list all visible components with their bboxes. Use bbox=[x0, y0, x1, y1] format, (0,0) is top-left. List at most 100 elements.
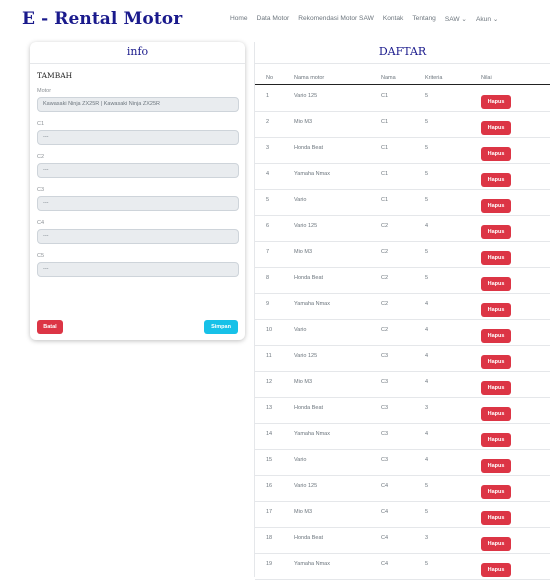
cell-nama-motor: Vario bbox=[294, 197, 307, 203]
c4-label: C4 bbox=[37, 220, 45, 226]
batal-button[interactable]: Batal bbox=[37, 320, 63, 334]
hapus-button[interactable]: Hapus bbox=[481, 277, 511, 291]
cell-nama: C1 bbox=[381, 171, 389, 177]
cell-nama: C2 bbox=[381, 301, 389, 307]
hapus-button[interactable]: Hapus bbox=[481, 121, 511, 135]
hapus-button[interactable]: Hapus bbox=[481, 563, 511, 577]
motor-select[interactable]: Kawasaki Ninja ZX25R | Kawasaki Ninja ZX… bbox=[37, 97, 239, 112]
cell-no: 19 bbox=[266, 561, 273, 567]
cell-kriteria: 4 bbox=[425, 301, 429, 307]
c2-field[interactable]: --- bbox=[37, 163, 239, 178]
table-row: 10 Vario C2 4 Hapus bbox=[255, 320, 550, 346]
hapus-button[interactable]: Hapus bbox=[481, 381, 511, 395]
cell-nama-motor: Vario 125 bbox=[294, 93, 318, 99]
cell-nama-motor: Vario bbox=[294, 457, 307, 463]
cell-kriteria: 5 bbox=[425, 483, 429, 489]
cell-kriteria: 4 bbox=[425, 223, 429, 229]
hapus-button[interactable]: Hapus bbox=[481, 485, 511, 499]
hapus-button[interactable]: Hapus bbox=[481, 433, 511, 447]
table-row: 8 Honda Beat C2 5 Hapus bbox=[255, 268, 550, 294]
nav-saw-dropdown[interactable]: SAW ⌄ bbox=[445, 15, 467, 23]
cell-nama: C1 bbox=[381, 119, 389, 125]
cell-nama: C4 bbox=[381, 483, 389, 489]
info-card: info TAMBAH Motor Kawasaki Ninja ZX25R |… bbox=[30, 42, 245, 340]
hapus-button[interactable]: Hapus bbox=[481, 303, 511, 317]
table-row: 1 Vario 125 C1 5 Hapus bbox=[255, 86, 550, 112]
cell-nama: C3 bbox=[381, 457, 389, 463]
nav-akun-dropdown[interactable]: Akun ⌄ bbox=[476, 15, 498, 23]
cell-kriteria: 5 bbox=[425, 561, 429, 567]
cell-no: 13 bbox=[266, 405, 273, 411]
cell-no: 10 bbox=[266, 327, 273, 333]
cell-kriteria: 5 bbox=[425, 119, 429, 125]
hapus-button[interactable]: Hapus bbox=[481, 511, 511, 525]
motor-label: Motor bbox=[37, 88, 52, 94]
hapus-button[interactable]: Hapus bbox=[481, 407, 511, 421]
table-row: 13 Honda Beat C3 3 Hapus bbox=[255, 398, 550, 424]
brand-title[interactable]: E - Rental Motor bbox=[22, 9, 182, 29]
table-row: 6 Vario 125 C2 4 Hapus bbox=[255, 216, 550, 242]
cell-nama-motor: Vario 125 bbox=[294, 353, 318, 359]
c1-field[interactable]: --- bbox=[37, 130, 239, 145]
col-nama: Nama bbox=[381, 75, 396, 81]
cell-nama-motor: Honda Beat bbox=[294, 145, 324, 151]
cell-nama-motor: Vario 125 bbox=[294, 223, 318, 229]
hapus-button[interactable]: Hapus bbox=[481, 329, 511, 343]
cell-kriteria: 4 bbox=[425, 457, 429, 463]
nav-links: Home Data Motor Rekomendasi Motor SAW Ko… bbox=[230, 15, 498, 23]
simpan-button[interactable]: Simpan bbox=[204, 320, 238, 334]
c4-field[interactable]: --- bbox=[37, 229, 239, 244]
c3-field[interactable]: --- bbox=[37, 196, 239, 211]
c2-label: C2 bbox=[37, 154, 45, 160]
cell-kriteria: 5 bbox=[425, 197, 429, 203]
cell-no: 14 bbox=[266, 431, 273, 437]
cell-nama: C3 bbox=[381, 405, 389, 411]
cell-no: 18 bbox=[266, 535, 273, 541]
hapus-button[interactable]: Hapus bbox=[481, 173, 511, 187]
nav-tentang[interactable]: Tentang bbox=[412, 15, 435, 23]
cell-kriteria: 5 bbox=[425, 249, 429, 255]
cell-no: 12 bbox=[266, 379, 273, 385]
hapus-button[interactable]: Hapus bbox=[481, 459, 511, 473]
cell-nama: C2 bbox=[381, 275, 389, 281]
hapus-button[interactable]: Hapus bbox=[481, 199, 511, 213]
nav-kontak[interactable]: Kontak bbox=[383, 15, 404, 23]
cell-nama: C1 bbox=[381, 197, 389, 203]
nav-data-motor[interactable]: Data Motor bbox=[257, 15, 290, 23]
cell-no: 5 bbox=[266, 197, 270, 203]
cell-nama: C3 bbox=[381, 379, 389, 385]
cell-kriteria: 5 bbox=[425, 509, 429, 515]
daftar-card: DAFTAR No Nama motor Nama Kriteria Nilai… bbox=[254, 42, 550, 580]
cell-kriteria: 4 bbox=[425, 379, 429, 385]
hapus-button[interactable]: Hapus bbox=[481, 147, 511, 161]
c1-label: C1 bbox=[37, 121, 45, 127]
cell-nama: C2 bbox=[381, 223, 389, 229]
hapus-button[interactable]: Hapus bbox=[481, 95, 511, 109]
table-row: 3 Honda Beat C1 5 Hapus bbox=[255, 138, 550, 164]
cell-nama-motor: Honda Beat bbox=[294, 535, 324, 541]
cell-no: 9 bbox=[266, 301, 270, 307]
cell-nama-motor: Mio M3 bbox=[294, 379, 313, 385]
cell-no: 17 bbox=[266, 509, 273, 515]
table-row: 19 Yamaha Nmax C4 5 Hapus bbox=[255, 554, 550, 580]
nav-home[interactable]: Home bbox=[230, 15, 248, 23]
cell-nama: C3 bbox=[381, 353, 389, 359]
hapus-button[interactable]: Hapus bbox=[481, 251, 511, 265]
table-row: 7 Mio M3 C2 5 Hapus bbox=[255, 242, 550, 268]
cell-no: 3 bbox=[266, 145, 270, 151]
cell-nama: C4 bbox=[381, 561, 389, 567]
cell-kriteria: 4 bbox=[425, 353, 429, 359]
table-row: 9 Yamaha Nmax C2 4 Hapus bbox=[255, 294, 550, 320]
hapus-button[interactable]: Hapus bbox=[481, 355, 511, 369]
daftar-title: DAFTAR bbox=[255, 42, 550, 64]
cell-nama: C4 bbox=[381, 535, 389, 541]
nav-rekomendasi[interactable]: Rekomendasi Motor SAW bbox=[298, 15, 374, 23]
cell-kriteria: 5 bbox=[425, 171, 429, 177]
c5-field[interactable]: --- bbox=[37, 262, 239, 277]
hapus-button[interactable]: Hapus bbox=[481, 537, 511, 551]
cell-nama: C2 bbox=[381, 249, 389, 255]
info-form: TAMBAH Motor Kawasaki Ninja ZX25R | Kawa… bbox=[30, 64, 245, 277]
hapus-button[interactable]: Hapus bbox=[481, 225, 511, 239]
cell-kriteria: 3 bbox=[425, 405, 429, 411]
col-nilai: Nilai bbox=[481, 75, 492, 81]
